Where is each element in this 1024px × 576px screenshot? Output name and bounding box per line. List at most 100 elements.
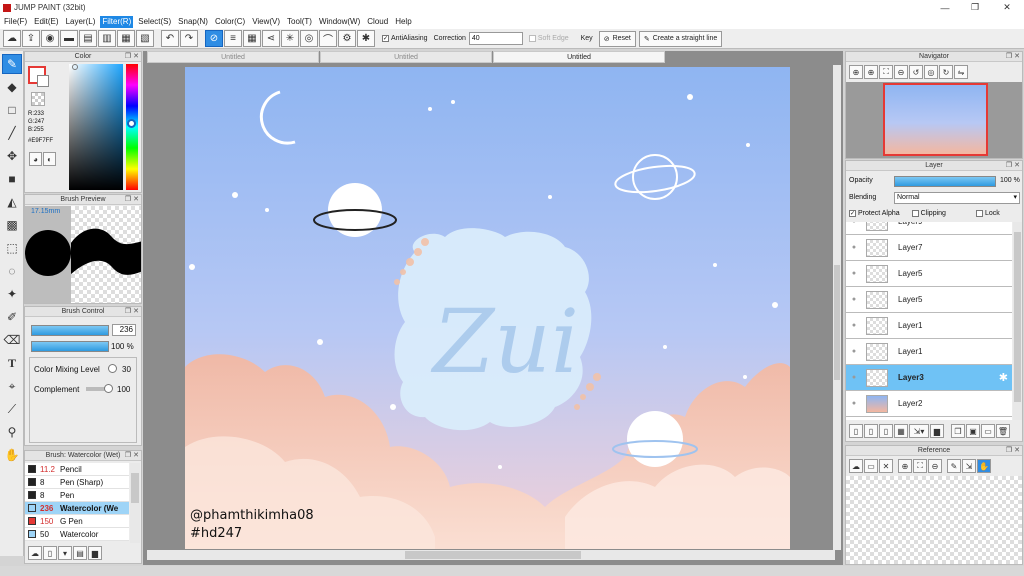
soft-edge-checkbox[interactable] [528, 35, 536, 42]
menu-tool[interactable]: Tool(T) [285, 16, 314, 28]
maximize-button[interactable]: ❐ [960, 0, 990, 15]
hue-slider-handle[interactable] [127, 119, 136, 128]
brush-cloud-icon[interactable]: ☁ [28, 546, 42, 560]
complement-knob[interactable] [104, 384, 113, 393]
layer-visibility-icon[interactable]: ● [846, 270, 862, 277]
redo-icon[interactable]: ↷ [180, 30, 198, 47]
merge-layer-icon[interactable]: ▣ [966, 424, 980, 438]
filter-layout-icon[interactable]: ▧ [136, 30, 154, 47]
snap-parallel-icon[interactable]: ≡ [224, 30, 242, 47]
artwork-canvas[interactable]: Zui @phamthikimha08 #hd247 [185, 67, 790, 549]
layer-visibility-icon[interactable]: ● [846, 348, 862, 355]
select-pen-icon[interactable]: ✐ [2, 307, 22, 327]
brush-copy-icon[interactable]: ▤ [73, 546, 87, 560]
layer-visibility-icon[interactable]: ● [846, 296, 862, 303]
layer-row[interactable]: ● Layer1 [846, 313, 1012, 339]
layer-row[interactable]: ● Layer7 [846, 235, 1012, 261]
reference-open-icon[interactable]: ▭ [864, 459, 878, 473]
lock-checkbox[interactable] [975, 210, 983, 217]
layer-opacity-slider[interactable] [894, 176, 996, 187]
color-picker-icon[interactable]: ◐ [43, 152, 56, 166]
menu-view[interactable]: View(V) [250, 16, 282, 28]
reset-button[interactable]: ⊘ Reset [598, 30, 636, 47]
zoom-in-icon[interactable]: ⊕ [864, 65, 878, 79]
reference-zoom-out-icon[interactable]: ⊖ [928, 459, 942, 473]
blending-select[interactable]: Normal ▾ [894, 192, 1020, 204]
menu-edit[interactable]: Edit(E) [32, 16, 60, 28]
brush-item[interactable]: 236 Watercolor (We [25, 502, 129, 515]
rotate-right-icon[interactable]: ↻ [939, 65, 953, 79]
gradient-tool-icon[interactable]: ▩ [2, 215, 22, 235]
menu-help[interactable]: Help [393, 16, 413, 28]
menu-cloud[interactable]: Cloud [365, 16, 390, 28]
canvas-vertical-scrollbar[interactable] [833, 65, 841, 550]
reference-fit-icon[interactable]: ⛶ [913, 459, 927, 473]
new-brush-icon[interactable]: ▯ [43, 546, 57, 560]
menu-snap[interactable]: Snap(N) [176, 16, 210, 28]
snap-grid-icon[interactable]: ▦ [243, 30, 261, 47]
layer-row[interactable]: ● Layer5 [846, 287, 1012, 313]
brush-menu-icon[interactable]: ▾ [58, 546, 72, 560]
delete-layer-icon[interactable]: 🗑 [996, 424, 1010, 438]
snap-curve-icon[interactable]: ⌒ [319, 30, 337, 47]
new-folder-icon[interactable]: ▆ [930, 424, 944, 438]
menu-file[interactable]: File(F) [2, 16, 29, 28]
menu-window[interactable]: Window(W) [317, 16, 362, 28]
page-icon[interactable]: ▤ [79, 30, 97, 47]
layer-visibility-icon[interactable]: ● [846, 244, 862, 251]
clear-layer-icon[interactable]: ▭ [981, 424, 995, 438]
layer-visibility-icon[interactable]: ● [846, 222, 862, 225]
canvas-horizontal-scrollbar[interactable] [147, 550, 835, 560]
new-layer-8bit-icon[interactable]: ▯ [864, 424, 878, 438]
layer-visibility-icon[interactable]: ● [846, 322, 862, 329]
navigator-thumbnail[interactable] [883, 83, 988, 156]
cloud-icon[interactable]: ☁ [3, 30, 21, 47]
color-mix-knob[interactable] [108, 364, 117, 373]
brush-scroll-thumb[interactable] [131, 473, 139, 503]
flip-icon[interactable]: ⇋ [954, 65, 968, 79]
brush-item[interactable]: 8 Pen [25, 489, 129, 502]
menu-filter[interactable]: Filter(R) [100, 16, 134, 28]
document-icon[interactable]: ▥ [98, 30, 116, 47]
brush-opacity-slider[interactable] [31, 341, 109, 352]
menu-color[interactable]: Color(C) [213, 16, 247, 28]
layer-row[interactable]: ● Layer3 ✱ [846, 365, 1012, 391]
canvas-hscroll-thumb[interactable] [405, 551, 581, 559]
rectangle-tool-icon[interactable]: □ [2, 100, 22, 120]
reference-canvas[interactable] [846, 476, 1022, 564]
reference-move-icon[interactable]: ⇲ [962, 459, 976, 473]
eraser-tool-icon[interactable]: ◆ [2, 77, 22, 97]
grid-layout-icon[interactable]: ▦ [117, 30, 135, 47]
reference-zoom-in-icon[interactable]: ⊕ [898, 459, 912, 473]
new-halftone-icon[interactable]: ▦ [894, 424, 908, 438]
select-rect-icon[interactable]: ⬚ [2, 238, 22, 258]
sub-color-swatch[interactable] [37, 75, 49, 87]
layer-scroll-thumb[interactable] [1014, 232, 1021, 402]
minimize-button[interactable]: — [930, 0, 960, 15]
reference-eyedropper-icon[interactable]: ✎ [947, 459, 961, 473]
hand-tool-icon[interactable]: ✋ [2, 445, 22, 465]
line-tool-icon[interactable]: ╱ [2, 123, 22, 143]
new-layer-1bit-icon[interactable]: ▯ [879, 424, 893, 438]
color-saturation-field[interactable] [69, 64, 123, 190]
lasso-icon[interactable]: ◌ [2, 261, 22, 281]
brush-size-slider[interactable] [31, 325, 109, 336]
material-icon[interactable]: ▬ [60, 30, 78, 47]
protect-alpha-checkbox[interactable]: ✓ [849, 210, 856, 217]
layer-visibility-icon[interactable]: ● [846, 400, 862, 407]
move-tool-icon[interactable]: ✥ [2, 146, 22, 166]
snap-gear-icon[interactable]: ⚙ [338, 30, 356, 47]
brush-item[interactable]: 11.2 Pencil [25, 463, 129, 476]
copy-layer-icon[interactable]: ❐ [951, 424, 965, 438]
fill-rect-tool-icon[interactable]: ■ [2, 169, 22, 189]
snap-settings-icon[interactable]: ✱ [357, 30, 375, 47]
snap-radial-icon[interactable]: ⋖ [262, 30, 280, 47]
zoom-fit-icon[interactable]: ⊕ [849, 65, 863, 79]
canvas-vscroll-thumb[interactable] [834, 265, 840, 380]
reference-cloud-icon[interactable]: ☁ [849, 459, 863, 473]
comment-icon[interactable]: ◉ [41, 30, 59, 47]
doc-tab-3[interactable]: Untitled [493, 51, 665, 63]
brush-folder-icon[interactable]: ▆ [88, 546, 102, 560]
clipping-checkbox[interactable] [911, 210, 919, 217]
snap-focus-icon[interactable]: ✳ [281, 30, 299, 47]
